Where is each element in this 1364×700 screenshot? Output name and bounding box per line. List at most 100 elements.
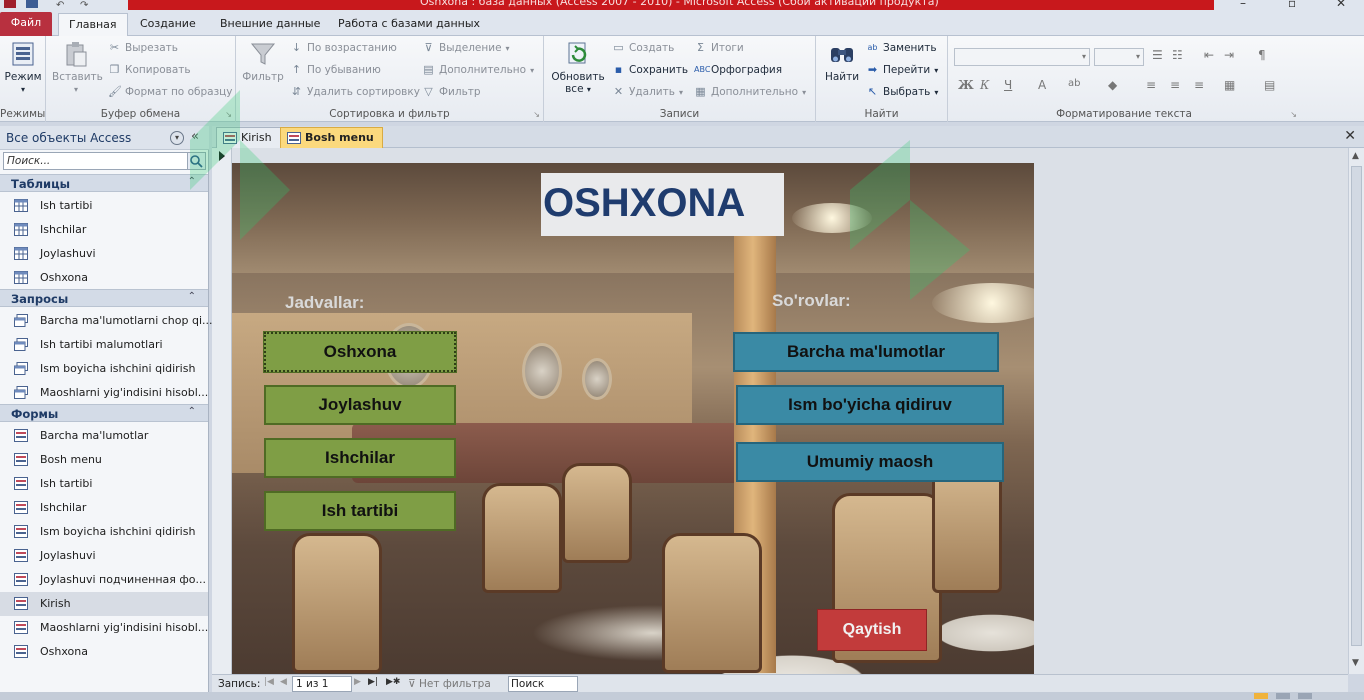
- underline-button[interactable]: Ч: [1004, 78, 1012, 92]
- nav-query-item[interactable]: Barcha ma'lumotlarni chop qi...: [0, 309, 213, 333]
- record-search-input[interactable]: Поиск: [508, 676, 578, 692]
- filter-button[interactable]: Фильтр: [242, 40, 284, 83]
- ish-tartibi-table-button[interactable]: Ish tartibi: [264, 491, 456, 531]
- tab-external-data[interactable]: Внешние данные: [210, 13, 330, 36]
- chevron-up-icon[interactable]: ⌃: [188, 406, 196, 417]
- nav-form-item[interactable]: Oshxona: [0, 640, 208, 664]
- joylashuv-table-button[interactable]: Joylashuv: [264, 385, 456, 425]
- nav-search-input[interactable]: Поиск...: [3, 152, 206, 170]
- remove-sort-button[interactable]: ⇵ Удалить сортировку: [290, 86, 420, 99]
- sort-ascending-button[interactable]: ↓ По возрастанию: [290, 42, 397, 55]
- save-record-button[interactable]: ▪ Сохранить: [612, 64, 688, 77]
- totals-button[interactable]: Σ Итоги: [694, 42, 744, 55]
- scroll-down-icon[interactable]: ▼: [1352, 658, 1359, 668]
- last-record-icon[interactable]: ▶|: [368, 677, 378, 687]
- delete-record-button[interactable]: ✕ Удалить ▾: [612, 86, 683, 99]
- new-record-button[interactable]: ▭ Создать: [612, 42, 674, 55]
- form-vertical-scrollbar[interactable]: ▲ ▼: [1348, 148, 1364, 674]
- decrease-indent-icon[interactable]: ⇤: [1204, 48, 1214, 62]
- next-record-icon[interactable]: ▶: [354, 677, 361, 687]
- nav-section-tables[interactable]: Таблицы ⌃: [0, 174, 208, 192]
- cut-button[interactable]: ✂ Вырезать: [108, 42, 178, 55]
- tab-home[interactable]: Главная: [58, 13, 128, 37]
- sort-filter-launcher-icon[interactable]: ↘: [533, 110, 540, 119]
- font-size-combo[interactable]: ▾: [1094, 48, 1144, 66]
- nav-form-item[interactable]: Ishchilar: [0, 496, 208, 520]
- search-icon[interactable]: [187, 153, 205, 169]
- font-name-combo[interactable]: ▾: [954, 48, 1090, 66]
- maximize-button[interactable]: ▫: [1288, 0, 1296, 10]
- nav-form-item[interactable]: Bosh menu: [0, 448, 208, 472]
- copy-button[interactable]: ❐ Копировать: [108, 64, 191, 77]
- more-records-button[interactable]: ▦ Дополнительно ▾: [694, 86, 806, 99]
- goto-button[interactable]: ➡ Перейти ▾: [866, 64, 938, 77]
- redo-quick-icon[interactable]: ↷: [80, 0, 92, 10]
- nav-table-item[interactable]: Oshxona: [0, 266, 208, 290]
- ishchilar-table-button[interactable]: Ishchilar: [264, 438, 456, 478]
- gridlines-icon[interactable]: ▦: [1224, 78, 1235, 92]
- nav-form-item[interactable]: Joylashuvi: [0, 544, 208, 568]
- nav-query-item[interactable]: Maoshlarni yig'indisini hisobl...: [0, 381, 208, 405]
- nav-table-item[interactable]: Ish tartibi: [0, 194, 208, 218]
- barcha-malumotlar-query-button[interactable]: Barcha ma'lumotlar: [733, 332, 999, 372]
- nav-form-item[interactable]: Maoshlarni yig'indisini hisobl...: [0, 616, 208, 640]
- fill-color-icon[interactable]: ◆: [1108, 78, 1117, 92]
- record-position-field[interactable]: 1 из 1: [292, 676, 352, 692]
- save-quick-icon[interactable]: [26, 0, 38, 8]
- paragraph-direction-icon[interactable]: ¶: [1258, 48, 1266, 62]
- paste-button[interactable]: Вставить ▾: [52, 40, 103, 95]
- alternate-row-color-icon[interactable]: ▤: [1264, 78, 1275, 92]
- toggle-filter-button[interactable]: ▽ Фильтр: [422, 86, 480, 99]
- spelling-button[interactable]: ABC Орфография: [694, 64, 782, 76]
- nav-pane-header[interactable]: Все объекты Access ▾ «: [0, 126, 209, 150]
- scroll-up-icon[interactable]: ▲: [1352, 151, 1359, 161]
- nav-section-forms[interactable]: Формы ⌃: [0, 404, 208, 422]
- align-right-icon[interactable]: ≡: [1194, 78, 1204, 92]
- doc-tab-bosh-menu[interactable]: Bosh menu: [280, 127, 383, 148]
- previous-record-icon[interactable]: ◀: [280, 677, 287, 687]
- advanced-filter-button[interactable]: ▤ Дополнительно ▾: [422, 64, 534, 77]
- layout-view-switch-icon[interactable]: [1276, 693, 1290, 699]
- bullets-icon[interactable]: ☰: [1152, 48, 1163, 62]
- numbering-icon[interactable]: ☷: [1172, 48, 1183, 62]
- nav-query-item[interactable]: Ish tartibi malumotlari: [0, 333, 208, 357]
- close-window-button[interactable]: ✕: [1336, 0, 1346, 10]
- view-mode-button[interactable]: Режим ▾: [3, 40, 43, 95]
- oshxona-table-button[interactable]: Oshxona: [263, 331, 457, 373]
- nav-form-item[interactable]: Ish tartibi: [0, 472, 208, 496]
- form-view-switch-icon[interactable]: [1254, 693, 1268, 699]
- scrollbar-thumb[interactable]: [1351, 166, 1362, 646]
- close-document-icon[interactable]: ✕: [1344, 128, 1356, 144]
- minimize-button[interactable]: –: [1240, 0, 1246, 10]
- nav-form-item[interactable]: Barcha ma'lumotlar: [0, 424, 208, 448]
- find-button[interactable]: Найти: [820, 40, 864, 83]
- clipboard-launcher-icon[interactable]: ↘: [225, 110, 232, 119]
- tab-create[interactable]: Создание: [130, 13, 206, 36]
- nav-form-item[interactable]: Joylashuvi подчиненная фо...: [0, 568, 208, 592]
- font-color-icon[interactable]: A: [1038, 78, 1046, 92]
- align-left-icon[interactable]: ≡: [1146, 78, 1156, 92]
- filter-status[interactable]: ⊽ Нет фильтра: [408, 678, 491, 690]
- refresh-all-button[interactable]: Обновить все ▾: [548, 40, 608, 95]
- design-view-switch-icon[interactable]: [1298, 693, 1312, 699]
- ism-boyicha-qidiruv-query-button[interactable]: Ism bo'yicha qidiruv: [736, 385, 1004, 425]
- tab-file[interactable]: Файл: [0, 12, 52, 36]
- align-center-icon[interactable]: ≡: [1170, 78, 1180, 92]
- first-record-icon[interactable]: |◀: [264, 677, 274, 687]
- nav-section-queries[interactable]: Запросы ⌃: [0, 289, 208, 307]
- record-selector[interactable]: [212, 148, 232, 674]
- chevron-up-icon[interactable]: ⌃: [188, 176, 196, 187]
- umumiy-maosh-query-button[interactable]: Umumiy maosh: [736, 442, 1004, 482]
- replace-button[interactable]: ab Заменить: [866, 42, 937, 54]
- chevron-down-icon[interactable]: ▾: [170, 131, 184, 145]
- tab-database-tools[interactable]: Работа с базами данных: [328, 13, 490, 36]
- sort-descending-button[interactable]: ↑ По убыванию: [290, 64, 381, 77]
- nav-form-item[interactable]: Kirish: [0, 592, 208, 616]
- bold-button[interactable]: Ж: [958, 78, 974, 92]
- selection-button[interactable]: ⊽ Выделение ▾: [422, 42, 509, 55]
- new-blank-record-icon[interactable]: ▶✱: [386, 677, 400, 687]
- nav-query-item[interactable]: Ism boyicha ishchini qidirish: [0, 357, 208, 381]
- highlight-color-icon[interactable]: ab: [1068, 78, 1080, 89]
- doc-tab-kirish[interactable]: Kirish: [216, 127, 281, 148]
- select-button[interactable]: ↖ Выбрать ▾: [866, 86, 939, 99]
